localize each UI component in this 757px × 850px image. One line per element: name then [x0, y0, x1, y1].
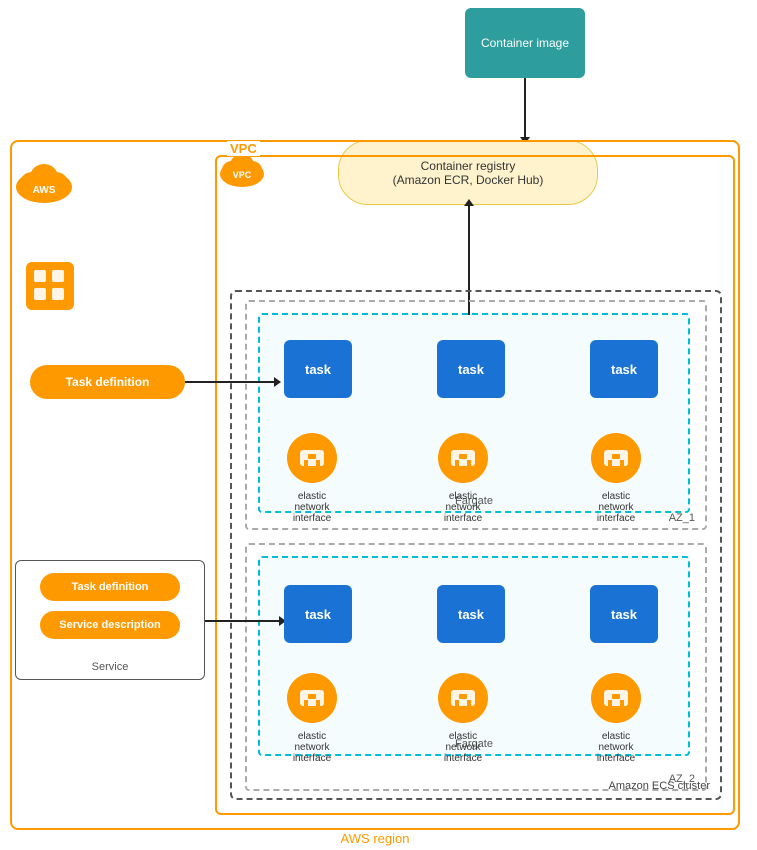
eni-az2-3: elastic networkinterface: [590, 672, 646, 764]
ecs-icon: [24, 260, 76, 317]
task-az1-3: task: [590, 340, 658, 398]
diagram: Container image Container registry(Amazo…: [0, 0, 757, 850]
task-az1-2: task: [437, 340, 505, 398]
eni-az2-1: elastic networkinterface: [286, 672, 342, 764]
container-image-box: Container image: [465, 8, 585, 78]
eni-az1-3-label: elastic networkinterface: [586, 491, 646, 524]
task-definition-button[interactable]: Task definition: [30, 365, 185, 399]
arrow-taskdef-to-az1: [185, 381, 275, 383]
eni-az1-1: elastic networkinterface: [286, 432, 342, 524]
task-az2-1: task: [284, 585, 352, 643]
arrow-ci-to-registry: [524, 78, 526, 138]
eni-az1-2: elastic networkinterface: [437, 432, 493, 524]
service-description-button[interactable]: Service description: [40, 611, 180, 639]
svg-text:AWS: AWS: [33, 185, 56, 196]
eni-az2-2-label: elastic networkinterface: [433, 731, 493, 764]
az2-label: AZ_2: [669, 773, 695, 785]
arrow-service-to-az2: [205, 620, 280, 622]
eni-az1-1-label: elastic networkinterface: [282, 491, 342, 524]
service-task-def-button[interactable]: Task definition: [40, 573, 180, 601]
vpc-label: VPC: [227, 141, 260, 156]
aws-region-label: AWS region: [337, 831, 414, 846]
task-az2-2: task: [437, 585, 505, 643]
service-label: Service: [92, 661, 129, 673]
task-az2-3: task: [590, 585, 658, 643]
eni-az2-3-label: elastic networkinterface: [586, 731, 646, 764]
az1-label: AZ_1: [669, 512, 695, 524]
eni-az2-2: elastic networkinterface: [437, 672, 493, 764]
service-box: Task definition Service description Serv…: [15, 560, 205, 680]
eni-az1-2-label: elastic networkinterface: [433, 491, 493, 524]
eni-az2-1-label: elastic networkinterface: [282, 731, 342, 764]
container-image-label: Container image: [481, 36, 569, 50]
task-az1-1: task: [284, 340, 352, 398]
eni-az1-3: elastic networkinterface: [590, 432, 646, 524]
aws-cloud-icon: AWS: [14, 155, 74, 210]
